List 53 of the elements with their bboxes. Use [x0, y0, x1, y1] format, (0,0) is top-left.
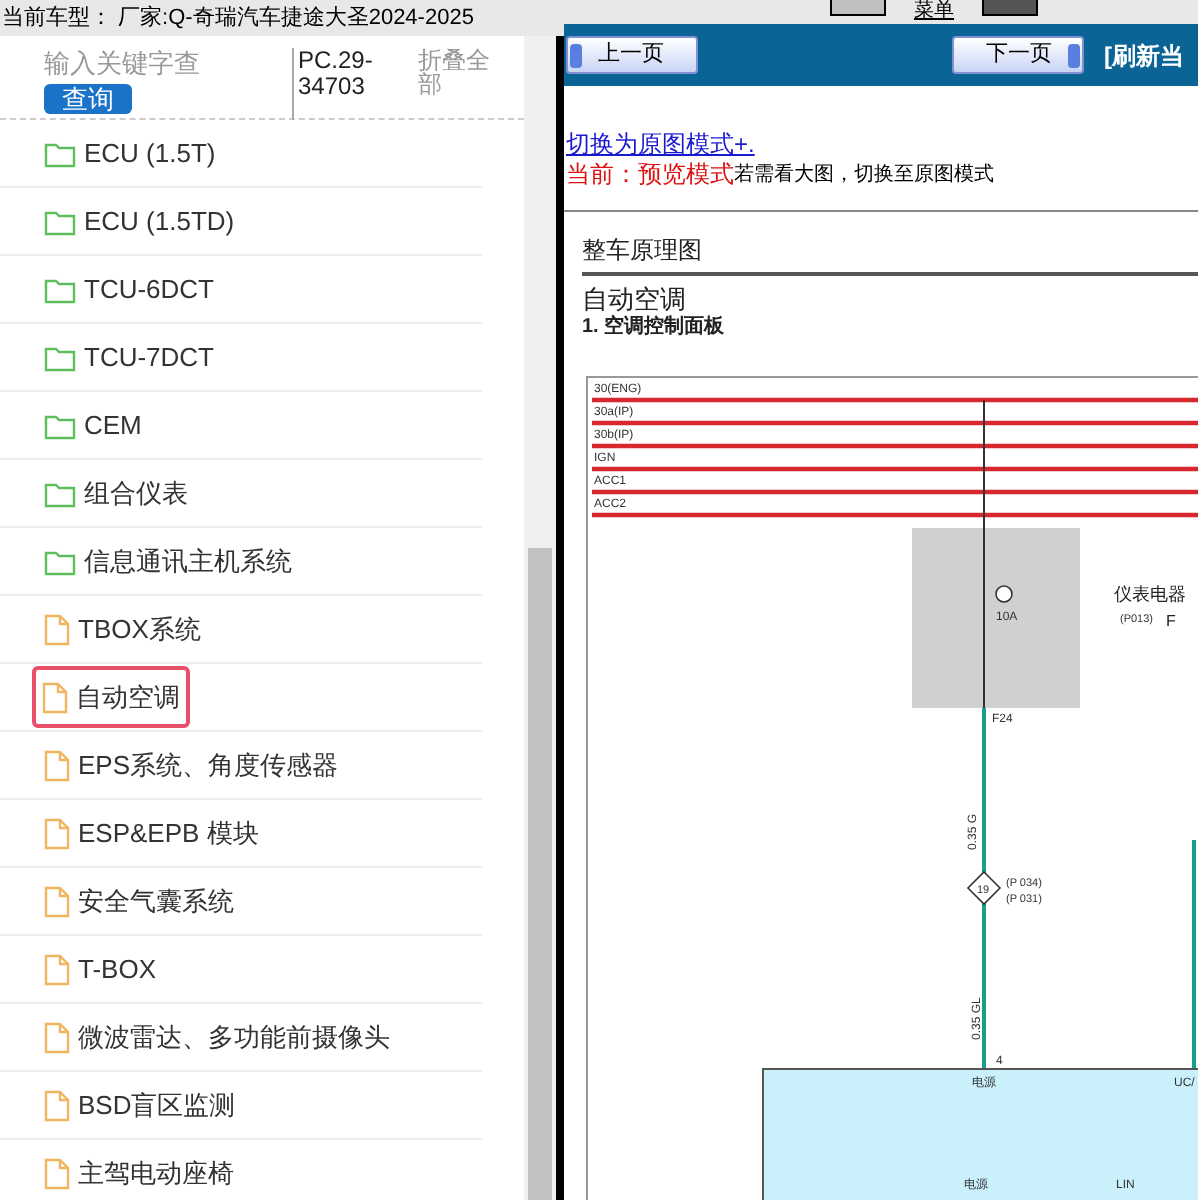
- folder-icon: [44, 479, 76, 507]
- part-code: PC.29-34703: [292, 48, 408, 120]
- tree-item[interactable]: EPS系统、角度传感器: [44, 733, 339, 797]
- menu-link[interactable]: 菜单: [914, 0, 954, 24]
- current-model: 当前车型： 厂家:Q-奇瑞汽车捷途大圣2024-2025: [0, 3, 474, 34]
- tree-item[interactable]: ECU (1.5T): [44, 121, 216, 185]
- tree-item[interactable]: TBOX系统: [44, 597, 201, 661]
- folder-icon: [44, 411, 76, 439]
- tree-item[interactable]: 组合仪表: [44, 461, 188, 525]
- toolbar-icon[interactable]: [830, 0, 886, 16]
- tree-item[interactable]: 自动空调: [32, 665, 190, 729]
- document-icon: [44, 953, 70, 985]
- scrollbar-thumb[interactable]: [528, 548, 552, 1200]
- tree-item[interactable]: T-BOX: [44, 937, 157, 1001]
- tree-item[interactable]: ECU (1.5TD): [44, 189, 235, 253]
- folder-icon: [44, 207, 76, 235]
- document-icon: [44, 1157, 70, 1189]
- splice-icon: [966, 870, 1002, 906]
- section-heading: 整车原理图: [582, 232, 1198, 276]
- document-icon: [42, 681, 68, 713]
- document-icon: [44, 817, 70, 849]
- tree-item[interactable]: CEM: [44, 393, 142, 457]
- document-subtitle: 1. 空调控制面板: [582, 316, 727, 340]
- next-page-button[interactable]: 下一页: [952, 36, 1084, 74]
- tree-item[interactable]: TCU-6DCT: [44, 257, 214, 321]
- scrollbar[interactable]: [524, 36, 556, 1200]
- document-icon: [44, 613, 70, 645]
- folder-icon: [44, 547, 76, 575]
- document-icon: [44, 885, 70, 917]
- document-title: 自动空调: [582, 284, 688, 315]
- switch-mode-link[interactable]: 切换为原图模式+.: [566, 130, 755, 160]
- folder-icon: [44, 139, 76, 167]
- tree-item[interactable]: TCU-7DCT: [44, 325, 214, 389]
- search-field[interactable]: 输入关键字查: [44, 48, 280, 80]
- fuse-icon: [995, 585, 1013, 603]
- search-button[interactable]: 查询: [44, 84, 132, 114]
- tree-item[interactable]: 信息通讯主机系统: [44, 529, 292, 593]
- mode-label: 当前：预览模式: [566, 160, 734, 190]
- box-name: 仪表电器: [1114, 584, 1186, 604]
- mode-hint: 若需看大图，切换至原图模式: [734, 162, 994, 190]
- previous-page-button[interactable]: 上一页: [566, 36, 698, 74]
- document-icon: [44, 1089, 70, 1121]
- refresh-link[interactable]: [刷新当: [1104, 37, 1184, 73]
- tree-item[interactable]: BSD盲区监测: [44, 1073, 236, 1137]
- document-icon: [44, 1021, 70, 1053]
- tree-item[interactable]: 微波雷达、多功能前摄像头: [44, 1005, 390, 1069]
- folder-icon: [44, 275, 76, 303]
- tree-item[interactable]: 主驾电动座椅: [44, 1141, 234, 1200]
- tree-item[interactable]: 安全气囊系统: [44, 869, 234, 933]
- pin-label: F: [1166, 612, 1176, 630]
- tree-item[interactable]: ESP&EPB 模块: [44, 801, 259, 865]
- document-icon: [44, 749, 70, 781]
- folder-icon: [44, 343, 76, 371]
